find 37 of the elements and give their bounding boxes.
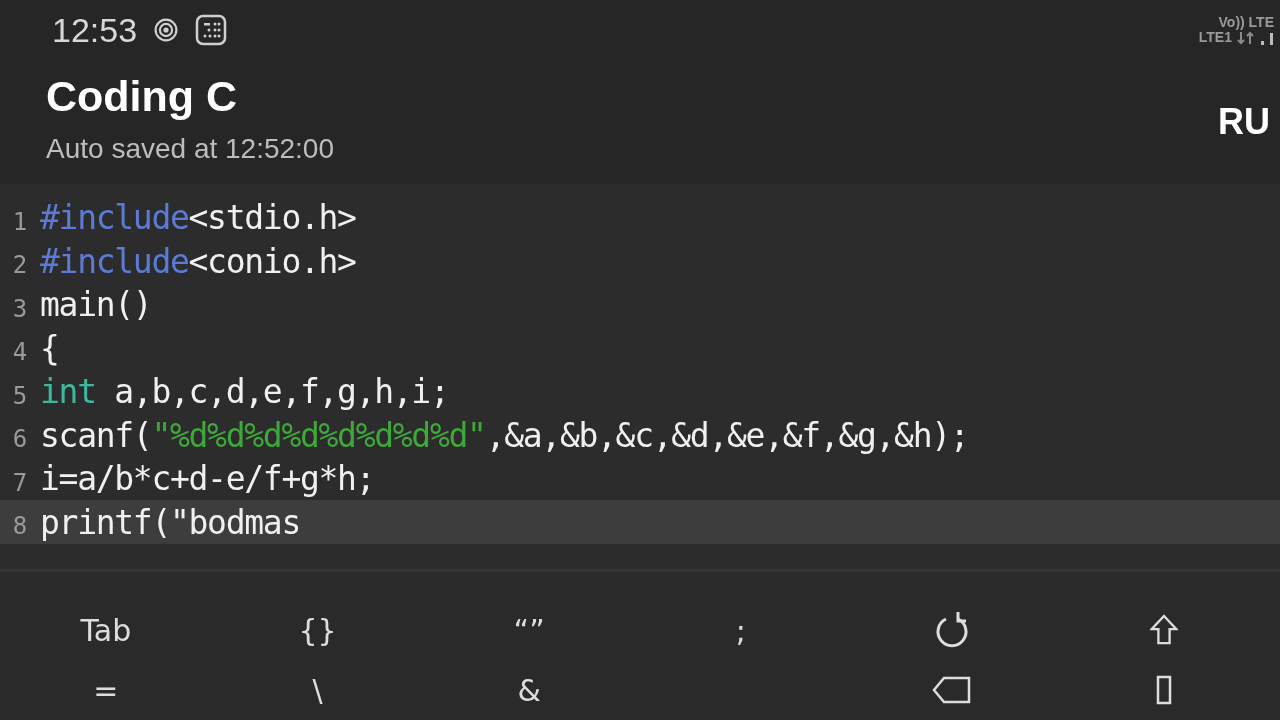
target-icon — [153, 17, 180, 43]
code-line: printf("bodmas — [40, 502, 300, 542]
code-line: #include<stdio.h> — [40, 198, 356, 238]
line-number: 1 — [11, 206, 29, 236]
calculator-icon — [195, 14, 228, 46]
signal-icon — [1260, 30, 1274, 45]
line-number: 7 — [11, 467, 29, 497]
code-line: scanf("%d%d%d%d%d%d%d%d",&a,&b,&c,&d,&e,&f,&g,&h); — [40, 415, 969, 455]
code-line: main() — [40, 285, 152, 325]
symbol-key[interactable]: ; — [731, 612, 750, 648]
symbol-key[interactable]: {} — [294, 612, 341, 648]
volte-indicator: Vo)) LTE — [1218, 15, 1274, 30]
network-indicator: LTE1 — [1198, 30, 1232, 45]
code-line: i=a/b*c+d-e/f+g*h; — [40, 459, 375, 499]
run-button[interactable]: RU — [1218, 100, 1280, 143]
symbol-key[interactable]: Tab — [76, 612, 136, 648]
code-line: int a,b,c,d,e,f,g,h,i; — [40, 372, 449, 412]
line-number: 2 — [11, 250, 29, 280]
cursor-icon[interactable] — [1156, 675, 1173, 705]
line-number: 5 — [11, 380, 29, 410]
code-line: { — [40, 328, 59, 368]
file-title: Coding C — [46, 72, 239, 122]
code-editor[interactable]: 1 #include<stdio.h> 2 #include<conio.h> 3 main() 4 { 5 int a,b,c,d,e,f,g,h,i; 6 scanf("%d%d%d%d%d%d%d%d",&a,&b,&c,&d,&e,&f,&g,&h); 7 i=a/b*c+d-e/f+g*h; 8 printf("bodmas — [0, 183, 1280, 569]
line-number: 6 — [11, 424, 29, 454]
status-time: 12:53 — [52, 10, 138, 50]
shift-icon[interactable] — [1150, 614, 1179, 646]
symbol-key[interactable]: & — [513, 672, 545, 708]
line-number: 8 — [11, 511, 29, 541]
symbol-key[interactable]: = — [89, 672, 123, 708]
code-line: #include<conio.h> — [40, 241, 356, 281]
backspace-icon[interactable] — [932, 675, 973, 705]
symbol-key[interactable]: “” — [509, 612, 549, 648]
line-number: 4 — [11, 337, 29, 367]
data-arrows-icon — [1236, 30, 1256, 45]
symbol-key[interactable]: \ — [308, 672, 327, 708]
autosave-status: Auto saved at 12:52:00 — [46, 133, 334, 166]
line-number: 3 — [11, 293, 29, 323]
